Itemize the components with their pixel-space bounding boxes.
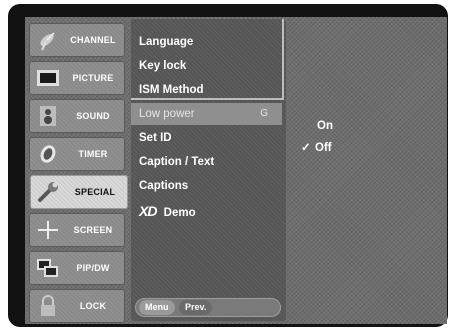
menu-item-captions[interactable]: Captions: [139, 175, 188, 197]
option-panel: On ✓ Off: [287, 19, 447, 324]
special-submenu: Language Key lock ISM Method Low power G…: [131, 19, 286, 321]
menu-item-xd-demo[interactable]: XD Demo: [139, 200, 196, 222]
category-sound[interactable]: SOUND: [29, 99, 125, 133]
category-picture[interactable]: PICTURE: [29, 61, 125, 95]
category-timer[interactable]: TIMER: [29, 137, 125, 171]
category-label: PICTURE: [72, 73, 114, 83]
menu-item-low-power[interactable]: Low power G: [131, 103, 282, 125]
nav-hint-bar: Menu Prev.: [135, 298, 281, 317]
xd-logo: XD: [139, 203, 157, 219]
prev-button[interactable]: Prev.: [179, 300, 213, 315]
category-screen[interactable]: SCREEN: [29, 213, 125, 247]
checkmark-icon: ✓: [301, 142, 311, 154]
menu-item-set-id[interactable]: Set ID: [139, 127, 172, 149]
category-label: LOCK: [79, 301, 107, 311]
osd-screen: CHANNEL PICTURE SOUND TIMER SPECIAL SCRE…: [25, 17, 447, 324]
menu-item-ism-method[interactable]: ISM Method: [139, 79, 204, 101]
option-off[interactable]: ✓ Off: [301, 138, 332, 158]
option-label: Off: [315, 142, 332, 154]
menu-item-label: Low power: [139, 108, 195, 120]
padlock-icon: [41, 295, 55, 316]
menu-item-key-lock[interactable]: Key lock: [139, 55, 186, 77]
category-column: CHANNEL PICTURE SOUND TIMER SPECIAL SCRE…: [25, 17, 128, 324]
satellite-dish-icon: [40, 32, 55, 51]
crosshair-icon: [38, 221, 58, 239]
menu-item-caption-text[interactable]: Caption / Text: [139, 151, 214, 173]
category-label: SOUND: [76, 111, 110, 121]
menu-item-language[interactable]: Language: [139, 31, 193, 53]
category-special[interactable]: SPECIAL: [30, 175, 128, 209]
speaker-icon: [40, 106, 56, 126]
clock-icon: [40, 145, 56, 163]
pip-windows-icon: [37, 259, 58, 277]
category-lock[interactable]: LOCK: [29, 289, 125, 323]
menu-item-hotkey: G: [260, 108, 268, 119]
monitor-icon: [37, 70, 59, 86]
menu-button[interactable]: Menu: [139, 300, 175, 315]
wrench-icon: [38, 182, 58, 202]
category-channel[interactable]: CHANNEL: [29, 23, 125, 57]
category-label: CHANNEL: [70, 35, 116, 45]
menu-item-label: Demo: [163, 207, 196, 219]
category-label: TIMER: [78, 149, 108, 159]
category-label: SPECIAL: [74, 187, 116, 197]
category-label: SCREEN: [73, 225, 113, 235]
category-label: PIP/DW: [76, 263, 110, 273]
option-on[interactable]: On: [317, 116, 333, 136]
category-pip-dw[interactable]: PIP/DW: [29, 251, 125, 285]
tv-menu-frame: CHANNEL PICTURE SOUND TIMER SPECIAL SCRE…: [8, 4, 448, 327]
